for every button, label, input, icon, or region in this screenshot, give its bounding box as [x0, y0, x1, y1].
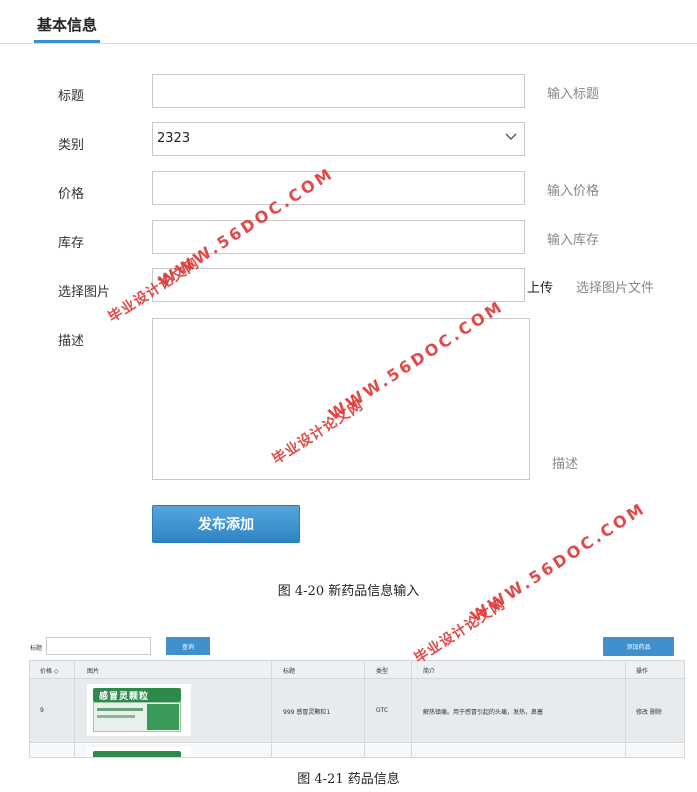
search-input[interactable] [46, 637, 151, 655]
figure-caption-4-21: 图 4-21 药品信息 [297, 772, 400, 787]
column-header-price[interactable]: 价格 ◇ [40, 666, 59, 675]
column-divider [271, 661, 272, 757]
box-text-line [97, 715, 135, 718]
active-tab-indicator [34, 40, 100, 43]
upload-button[interactable]: 上传 [527, 277, 553, 296]
description-label: 描述 [58, 334, 85, 349]
row-actions[interactable]: 修改 删除 [636, 707, 662, 716]
box-text-line [97, 708, 143, 711]
query-button[interactable]: 查询 [166, 637, 210, 655]
row-price: 9 [40, 707, 44, 714]
price-hint: 输入价格 [547, 184, 600, 199]
row-title: 999 感冒灵颗粒1 [283, 709, 331, 716]
box-brand-label: 感冒灵颗粒 [99, 692, 150, 702]
image-label: 选择图片 [58, 285, 111, 300]
image-file-input[interactable] [152, 268, 525, 302]
chevron-down-icon [505, 133, 517, 140]
column-header-intro: 简介 [423, 668, 436, 675]
table-row [30, 744, 684, 757]
drug-image: 感冒灵颗粒 [87, 684, 191, 736]
title-label: 标题 [58, 89, 85, 104]
category-label: 类别 [58, 138, 85, 153]
box-side [147, 704, 179, 730]
publish-add-button[interactable]: 发布添加 [152, 505, 300, 543]
title-hint: 输入标题 [547, 87, 600, 102]
column-divider [74, 661, 75, 757]
stock-label: 库存 [58, 236, 85, 251]
drug-table: 价格 ◇ 图片 标题 类型 简介 操作 9 感冒灵颗粒 999 感冒灵颗粒1 O… [29, 660, 685, 758]
column-header-type: 类型 [376, 668, 389, 675]
row-intro: 解热镇痛。用于感冒引起的头痛，发热，鼻塞 [423, 709, 544, 716]
box-top [93, 751, 181, 757]
price-label: 价格 [58, 187, 85, 202]
tab-bar: 基本信息 [0, 0, 697, 44]
column-header-image: 图片 [87, 668, 100, 675]
stock-hint: 输入库存 [547, 233, 600, 248]
add-drug-button[interactable]: 添加药品 [603, 637, 674, 656]
price-input[interactable] [152, 171, 525, 205]
table-row: 9 感冒灵颗粒 999 感冒灵颗粒1 OTC 解热镇痛。用于感冒引起的头痛，发热… [30, 679, 684, 743]
column-divider [411, 661, 412, 757]
title-input[interactable] [152, 74, 525, 108]
column-header-title: 标题 [283, 668, 296, 675]
description-hint: 描述 [552, 457, 579, 472]
row-type: OTC [376, 707, 389, 714]
column-divider [625, 661, 626, 757]
category-select[interactable]: 2323 [152, 122, 525, 156]
figure-caption-4-20: 图 4-20 新药品信息输入 [277, 584, 420, 599]
column-divider [364, 661, 365, 757]
watermark-text: 毕业设计论文网 [411, 596, 509, 667]
search-label: 标题 [30, 645, 43, 652]
table-header: 价格 ◇ 图片 标题 类型 简介 操作 [30, 661, 684, 679]
image-hint: 选择图片文件 [576, 281, 655, 296]
drug-image [87, 747, 191, 757]
category-selected-value: 2323 [157, 131, 191, 146]
tab-basic-info[interactable]: 基本信息 [37, 14, 97, 35]
column-header-actions: 操作 [636, 668, 649, 675]
